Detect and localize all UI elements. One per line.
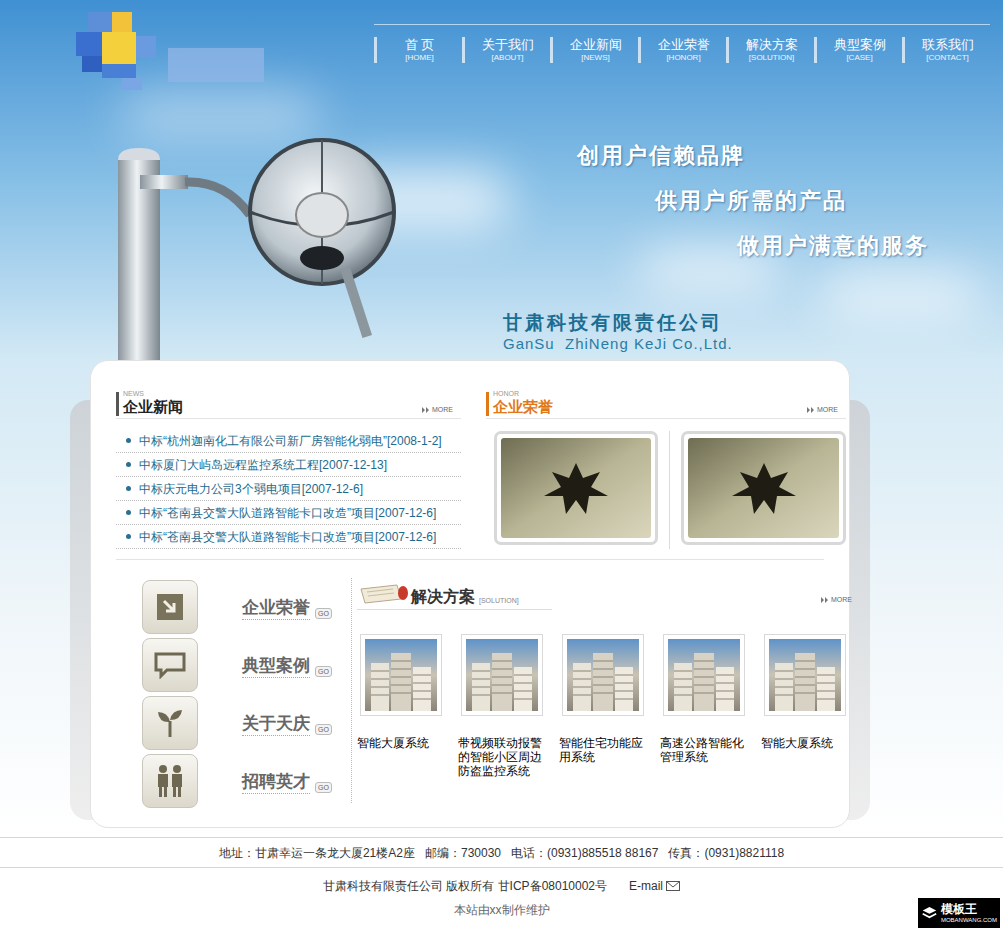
- building-icon: [769, 649, 841, 711]
- go-button[interactable]: GO: [315, 782, 332, 793]
- news-item[interactable]: 中标厦门大屿岛远程监控系统工程[2007-12-13]: [116, 453, 461, 477]
- more-link[interactable]: MORE: [422, 406, 453, 414]
- more-link[interactable]: MORE: [821, 596, 852, 604]
- solution-item[interactable]: 带视频联动报警的智能小区周边防盗监控系统: [458, 634, 559, 778]
- solution-thumb: [663, 634, 745, 716]
- nav-item[interactable]: 企业荣誉[HONOR]: [638, 33, 726, 67]
- quick-link-box: [142, 696, 198, 750]
- slogan: 创用户信赖品牌: [577, 133, 1003, 178]
- honor-panel: HONOR企业荣誉MORE: [486, 389, 846, 549]
- company-name: 甘肃科技有限责任公司: [503, 309, 1003, 335]
- building-icon: [466, 649, 538, 711]
- solution-item[interactable]: 高速公路智能化管理系统: [660, 634, 761, 778]
- cloud: [820, 270, 980, 320]
- banner: 首 页[HOME]关于我们[ABOUT]企业新闻[NEWS]企业荣誉[HONOR…: [0, 0, 1003, 360]
- main-nav: 首 页[HOME]关于我们[ABOUT]企业新闻[NEWS]企业荣誉[HONOR…: [374, 24, 990, 67]
- nav-item[interactable]: 解决方案[SOLUTION]: [726, 33, 814, 67]
- quick-link[interactable]: 企业荣誉GO: [142, 578, 351, 636]
- nav-item[interactable]: 联系我们[CONTACT]: [902, 33, 990, 67]
- nav-item[interactable]: 首 页[HOME]: [374, 33, 462, 67]
- go-button[interactable]: GO: [315, 724, 332, 735]
- section-header: HONOR企业荣誉MORE: [486, 389, 846, 419]
- solution-item[interactable]: 智能大厦系统: [761, 634, 862, 778]
- star-icon: [536, 458, 616, 518]
- solution-panel: 解决方案[SOLUTION]MORE智能大厦系统带视频联动报警的智能小区周边防盗…: [352, 578, 862, 810]
- building-icon: [567, 649, 639, 711]
- more-arrow-icon: [807, 407, 816, 413]
- quick-link[interactable]: 关于天庆GO: [142, 694, 351, 752]
- maintainer: 本站由xx制作维护: [0, 900, 1003, 920]
- envelope-icon: [666, 881, 680, 891]
- news-item[interactable]: 中标“苍南县交警大队道路智能卡口改造”项目[2007-12-6]: [116, 525, 461, 549]
- scroll-icon: [357, 581, 409, 607]
- content-area: NEWS企业新闻MORE 中标“杭州迦南化工有限公司新厂房智能化弱电”[2008-…: [0, 360, 1003, 837]
- watermark: 模板王MOBANWANG.COM: [918, 898, 1000, 928]
- news-item[interactable]: 中标庆元电力公司3个弱电项目[2007-12-6]: [116, 477, 461, 501]
- quick-link[interactable]: 招聘英才GO: [142, 752, 351, 810]
- solution-thumb: [360, 634, 442, 716]
- nav-item[interactable]: 企业新闻[NEWS]: [550, 33, 638, 67]
- section-header: NEWS企业新闻MORE: [116, 389, 461, 419]
- email-link[interactable]: E-mail: [629, 876, 680, 896]
- go-button[interactable]: GO: [315, 666, 332, 677]
- solution-item[interactable]: 智能大厦系统: [357, 634, 458, 778]
- solution-thumb: [764, 634, 846, 716]
- cloud: [120, 90, 320, 140]
- people-icon: [154, 764, 186, 798]
- slogan: 供用户所需的产品: [655, 178, 1003, 223]
- solution-item[interactable]: 智能住宅功能应用系统: [559, 634, 660, 778]
- more-arrow-icon: [422, 407, 431, 413]
- news-item[interactable]: 中标“苍南县交警大队道路智能卡口改造”项目[2007-12-6]: [116, 501, 461, 525]
- honor-photo[interactable]: [681, 431, 846, 545]
- slogan: 做用户满意的服务: [737, 223, 1003, 268]
- solution-thumb: [562, 634, 644, 716]
- arrow-icon: [155, 592, 185, 622]
- nav-item[interactable]: 典型案例[CASE]: [814, 33, 902, 67]
- building-icon: [365, 649, 437, 711]
- quick-links: 企业荣誉GO典型案例GO关于天庆GO招聘英才GO: [116, 578, 351, 810]
- quick-link[interactable]: 典型案例GO: [142, 636, 351, 694]
- more-link[interactable]: MORE: [807, 406, 838, 414]
- quick-link-box: [142, 638, 198, 692]
- company-english: GanSu ZhiNeng KeJi Co.,Ltd.: [503, 335, 1003, 353]
- company-logo-icon: [72, 8, 272, 96]
- honor-photo[interactable]: [494, 431, 658, 545]
- speech-bubble-icon: [153, 651, 187, 679]
- more-arrow-icon: [821, 597, 830, 603]
- star-icon: [724, 458, 804, 518]
- news-item[interactable]: 中标“杭州迦南化工有限公司新厂房智能化弱电”[2008-1-2]: [116, 429, 461, 453]
- copyright: 甘肃科技有限责任公司 版权所有 甘ICP备08010002号: [323, 876, 607, 896]
- quick-link-box: [142, 754, 198, 808]
- go-button[interactable]: GO: [315, 608, 332, 619]
- building-icon: [668, 649, 740, 711]
- sprout-icon: [155, 707, 185, 739]
- news-panel: NEWS企业新闻MORE 中标“杭州迦南化工有限公司新厂房智能化弱电”[2008-…: [116, 389, 461, 549]
- footer: 地址：甘肃幸运一条龙大厦21楼A2座邮编：730030电话：(0931)8855…: [0, 837, 1003, 920]
- footer-address: 地址：甘肃幸运一条龙大厦21楼A2座邮编：730030电话：(0931)8855…: [0, 838, 1003, 868]
- main-card: NEWS企业新闻MORE 中标“杭州迦南化工有限公司新厂房智能化弱电”[2008-…: [90, 360, 850, 828]
- watermark-logo-icon: [921, 904, 938, 922]
- nav-item[interactable]: 关于我们[ABOUT]: [462, 33, 550, 67]
- quick-link-box: [142, 580, 198, 634]
- solution-thumb: [461, 634, 543, 716]
